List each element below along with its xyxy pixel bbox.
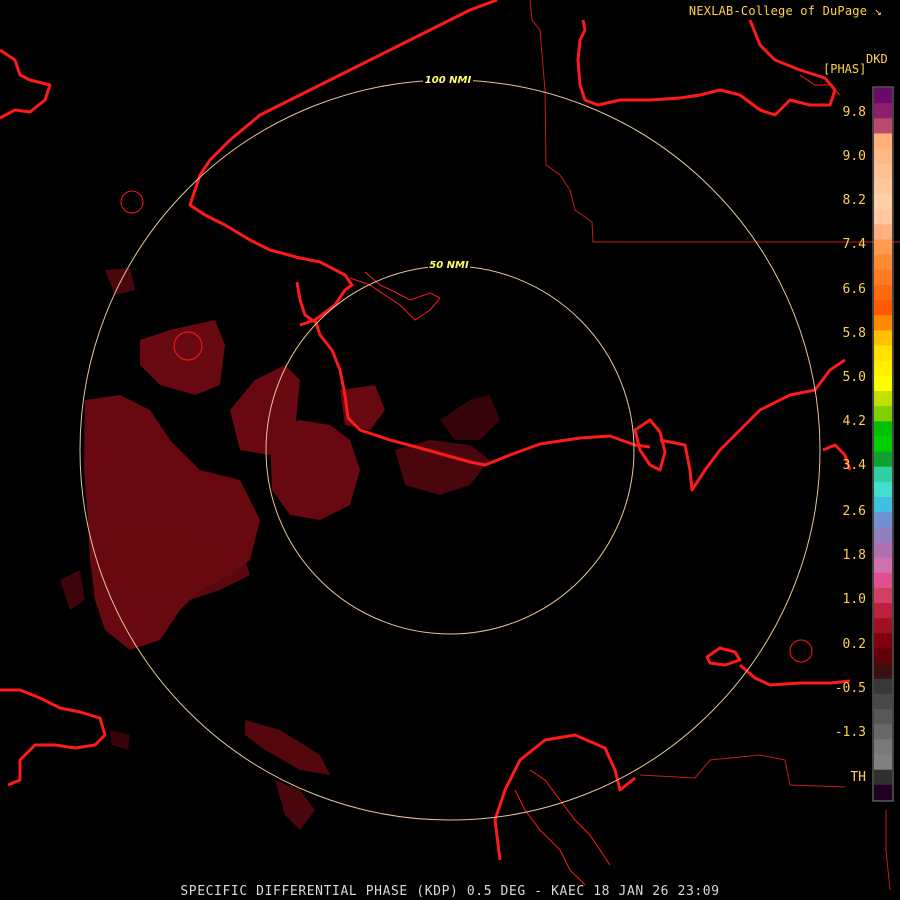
color-scale-cell xyxy=(874,784,892,801)
color-scale-cell xyxy=(874,633,892,650)
color-scale-cell xyxy=(874,603,892,619)
color-scale-cell xyxy=(874,315,892,331)
color-scale-cell xyxy=(874,300,892,316)
color-scale-cell xyxy=(874,163,892,180)
radar-map: 50 NMI 100 NMI xyxy=(0,0,900,891)
color-scale-cell xyxy=(874,284,892,301)
color-scale-cell xyxy=(874,345,892,362)
radar-echoes xyxy=(60,268,500,830)
color-scale-cell xyxy=(874,421,892,437)
scale-label: 7.4 xyxy=(842,237,866,252)
scale-label: 8.2 xyxy=(842,193,866,208)
scale-label: -1.3 xyxy=(834,725,866,740)
color-scale-cell xyxy=(874,269,892,286)
color-scale-cell xyxy=(874,542,892,559)
color-scale-cell xyxy=(874,587,892,604)
ring-label-100: 100 NMI xyxy=(425,75,472,86)
scale-label: 2.6 xyxy=(842,504,866,519)
color-scale-cell xyxy=(874,724,892,740)
scale-label: 6.6 xyxy=(842,282,866,297)
color-scale-cell xyxy=(874,239,892,256)
scale-label: 9.0 xyxy=(842,149,866,164)
credit-text: NEXLAB-College of DuPage ↘ xyxy=(689,4,882,18)
color-scale-cell xyxy=(874,497,892,513)
color-scale-cell xyxy=(874,678,892,695)
scale-label: 9.8 xyxy=(842,105,866,120)
color-scale-cells xyxy=(874,88,892,801)
color-scale-cell xyxy=(874,527,892,543)
scale-label: 5.0 xyxy=(842,370,866,385)
color-scale-cell xyxy=(874,360,892,377)
color-scale-cell xyxy=(874,103,892,119)
color-scale-cell xyxy=(874,406,892,422)
color-scale-cell xyxy=(874,375,892,392)
credit-label: NEXLAB-College of DuPage xyxy=(688,4,868,18)
color-scale-cell xyxy=(874,512,892,528)
color-scale-cell xyxy=(874,769,892,786)
scale-label: -0.5 xyxy=(834,681,866,696)
color-scale-cell xyxy=(874,133,892,150)
units-label: [PHAS] xyxy=(823,62,867,76)
product-code: DKD xyxy=(866,52,888,66)
ring-label-50: 50 NMI xyxy=(429,260,469,271)
scale-label: 1.0 xyxy=(842,592,866,607)
color-scale-cell xyxy=(874,178,892,195)
color-scale-cell xyxy=(874,557,892,574)
color-scale-cell xyxy=(874,481,892,498)
color-scale-cell xyxy=(874,224,892,240)
color-scale-cell xyxy=(874,148,892,165)
scale-label: 0.2 xyxy=(842,637,866,652)
color-scale-cell xyxy=(874,209,892,225)
color-scale-cell xyxy=(874,754,892,771)
color-scale-cell xyxy=(874,739,892,756)
county-boundaries xyxy=(529,0,900,891)
color-scale-cell xyxy=(874,436,892,453)
color-scale-cell xyxy=(874,466,892,483)
color-scale-cell xyxy=(874,330,892,347)
scale-label: 5.8 xyxy=(842,326,866,341)
color-scale-cell xyxy=(874,118,892,134)
color-scale-cell xyxy=(874,572,892,589)
color-scale-cell xyxy=(874,648,892,665)
scale-label: 4.2 xyxy=(842,414,866,429)
product-title: SPECIFIC DIFFERENTIAL PHASE (KDP) 0.5 DE… xyxy=(180,884,720,899)
scale-label: 3.4 xyxy=(842,458,866,473)
color-scale-cell xyxy=(874,618,892,634)
color-scale-cell xyxy=(874,709,892,725)
color-scale-cell xyxy=(874,390,892,407)
scale-label: TH xyxy=(850,770,866,785)
color-scale-cell xyxy=(874,451,892,468)
color-scale-cell xyxy=(874,693,892,710)
color-scale-cell xyxy=(874,254,892,271)
color-scale-cell xyxy=(874,194,892,210)
color-scale xyxy=(872,86,894,802)
color-scale-cell xyxy=(874,88,892,104)
credit-link-icon[interactable]: ↘ xyxy=(875,4,882,18)
scale-label: 1.8 xyxy=(842,548,866,563)
color-scale-cell xyxy=(874,663,892,680)
